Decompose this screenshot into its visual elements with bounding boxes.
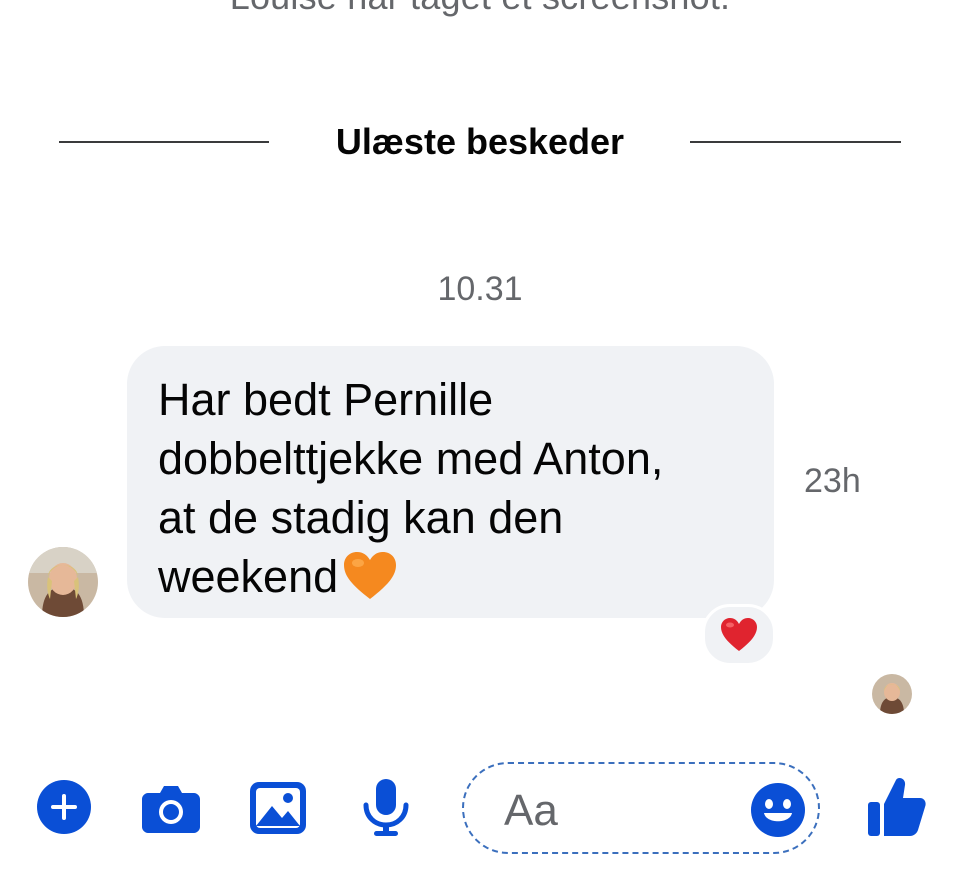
thread-timestamp: 10.31 bbox=[437, 270, 523, 308]
divider-line-right bbox=[690, 141, 901, 143]
smiley-icon[interactable] bbox=[750, 782, 806, 838]
incoming-message-bubble[interactable]: Har bedt Pernille dobbelttjekke med Anto… bbox=[127, 346, 774, 618]
screenshot-notice: Louise har taget et screenshot. bbox=[0, 0, 960, 18]
message-reaction[interactable] bbox=[702, 604, 776, 666]
microphone-icon[interactable] bbox=[362, 779, 410, 837]
divider-line-left bbox=[59, 141, 269, 143]
message-input-placeholder: Aa bbox=[504, 786, 558, 835]
sender-avatar[interactable] bbox=[28, 547, 98, 617]
message-text: Har bedt Pernille dobbelttjekke med Anto… bbox=[158, 374, 664, 602]
thumbs-up-icon[interactable] bbox=[868, 776, 926, 836]
camera-icon[interactable] bbox=[142, 783, 200, 833]
seen-by-avatar bbox=[872, 674, 912, 714]
unread-messages-divider: Ulæste beskeder bbox=[335, 121, 625, 162]
message-sent-time: 23h bbox=[804, 462, 861, 500]
orange-heart-emoji bbox=[342, 551, 398, 601]
message-input[interactable]: Aa bbox=[462, 762, 820, 854]
red-heart-icon bbox=[721, 618, 757, 651]
plus-icon[interactable] bbox=[37, 780, 91, 834]
image-icon[interactable] bbox=[250, 782, 306, 834]
